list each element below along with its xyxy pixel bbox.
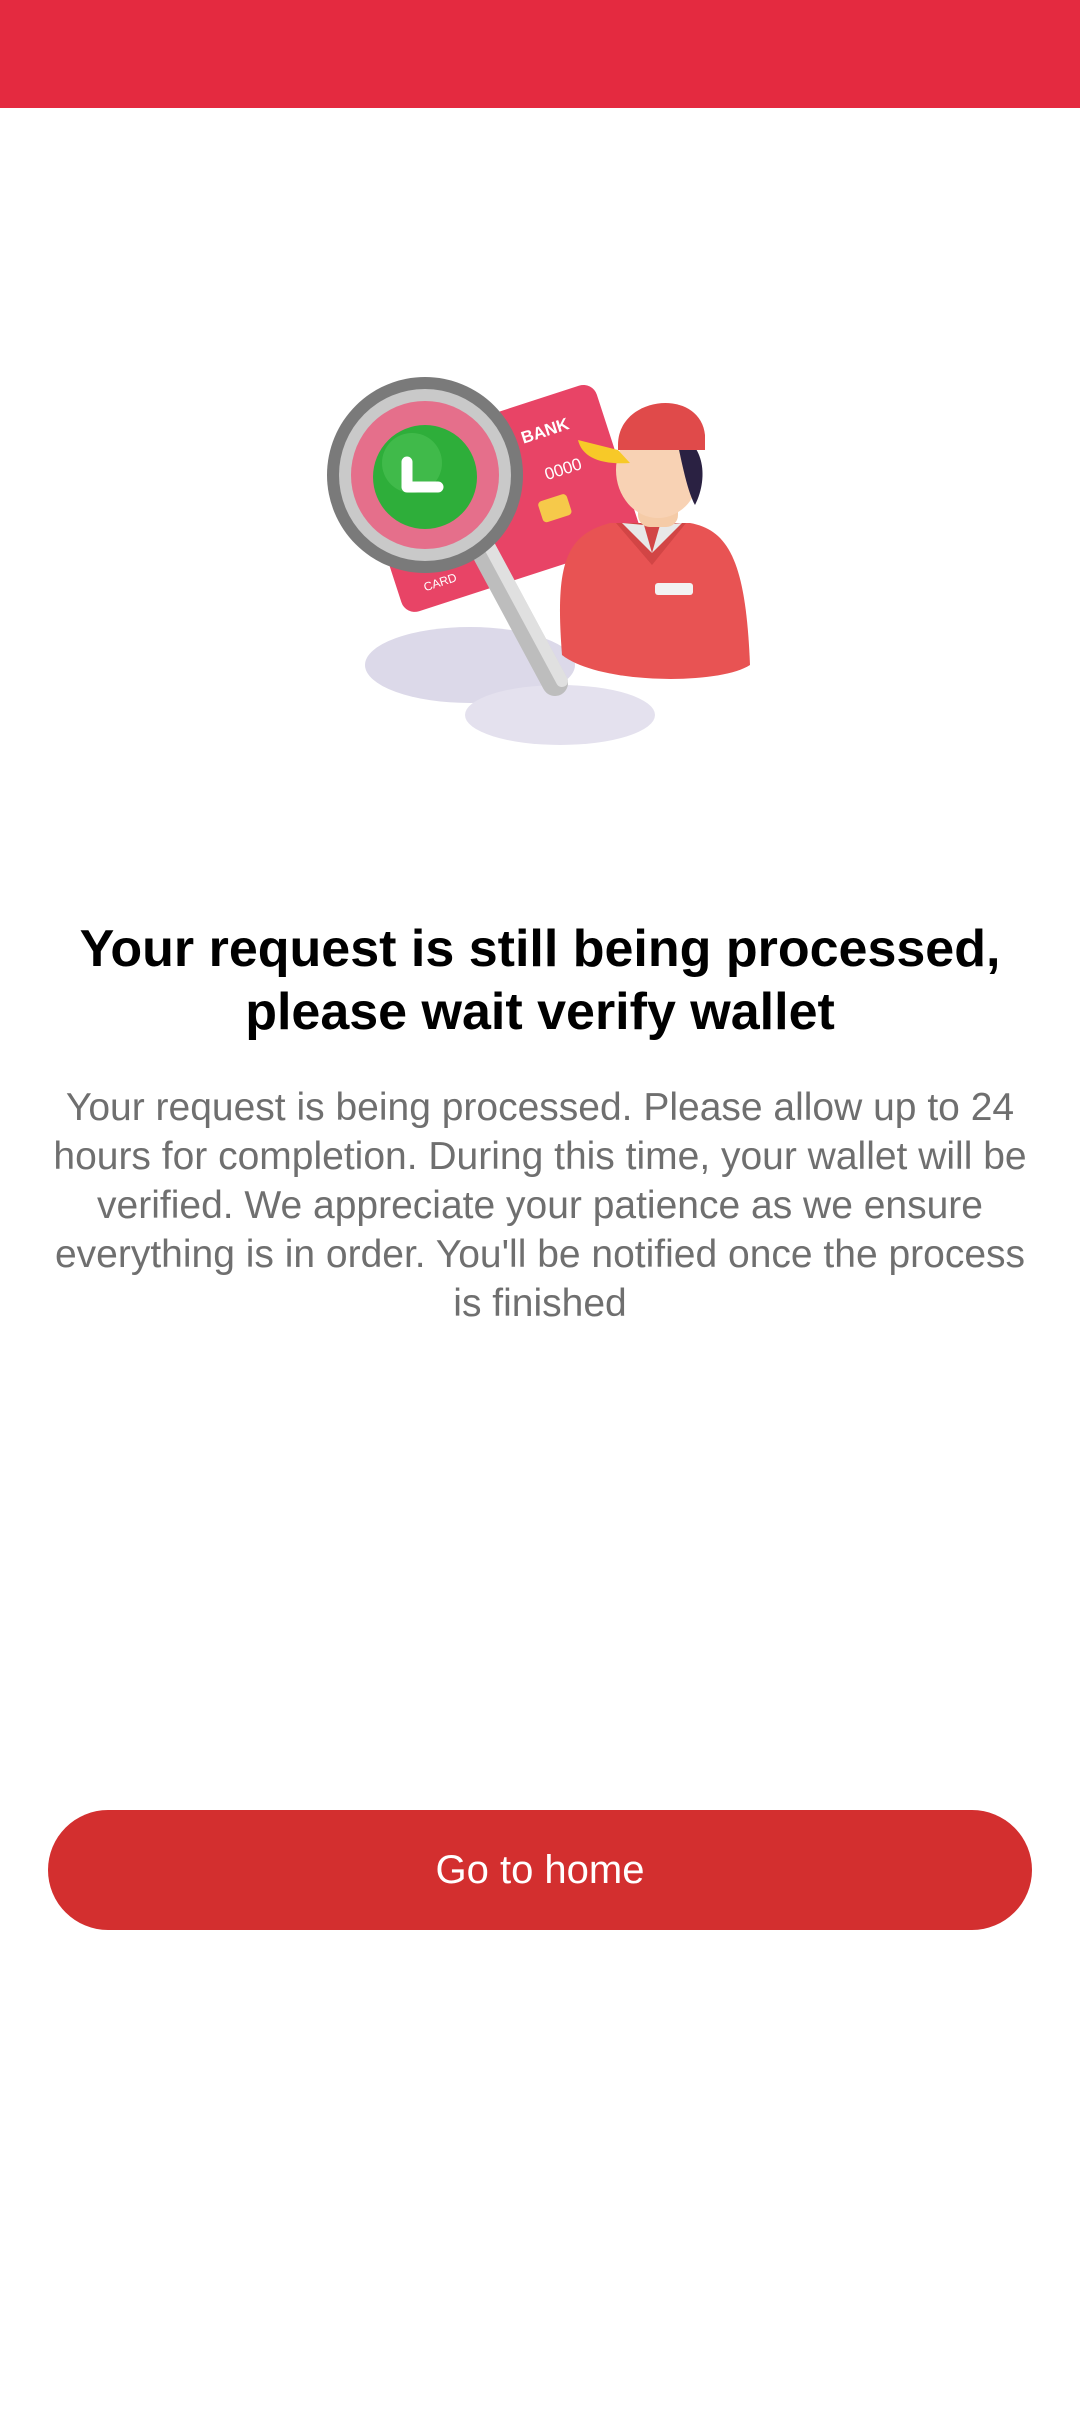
wallet-verification-illustration-icon: BANK 0000 00 CARD (327, 377, 750, 745)
check-badge-icon (373, 425, 477, 529)
verification-pending-screen: BANK 0000 00 CARD (0, 0, 1080, 2436)
status-bar (0, 0, 1080, 108)
go-to-home-button[interactable]: Go to home (48, 1810, 1032, 1930)
page-title: Your request is still being processed, p… (79, 920, 1001, 1041)
status-description: Your request is being processed. Please … (53, 1086, 1027, 1325)
worker-figure (559, 402, 750, 679)
